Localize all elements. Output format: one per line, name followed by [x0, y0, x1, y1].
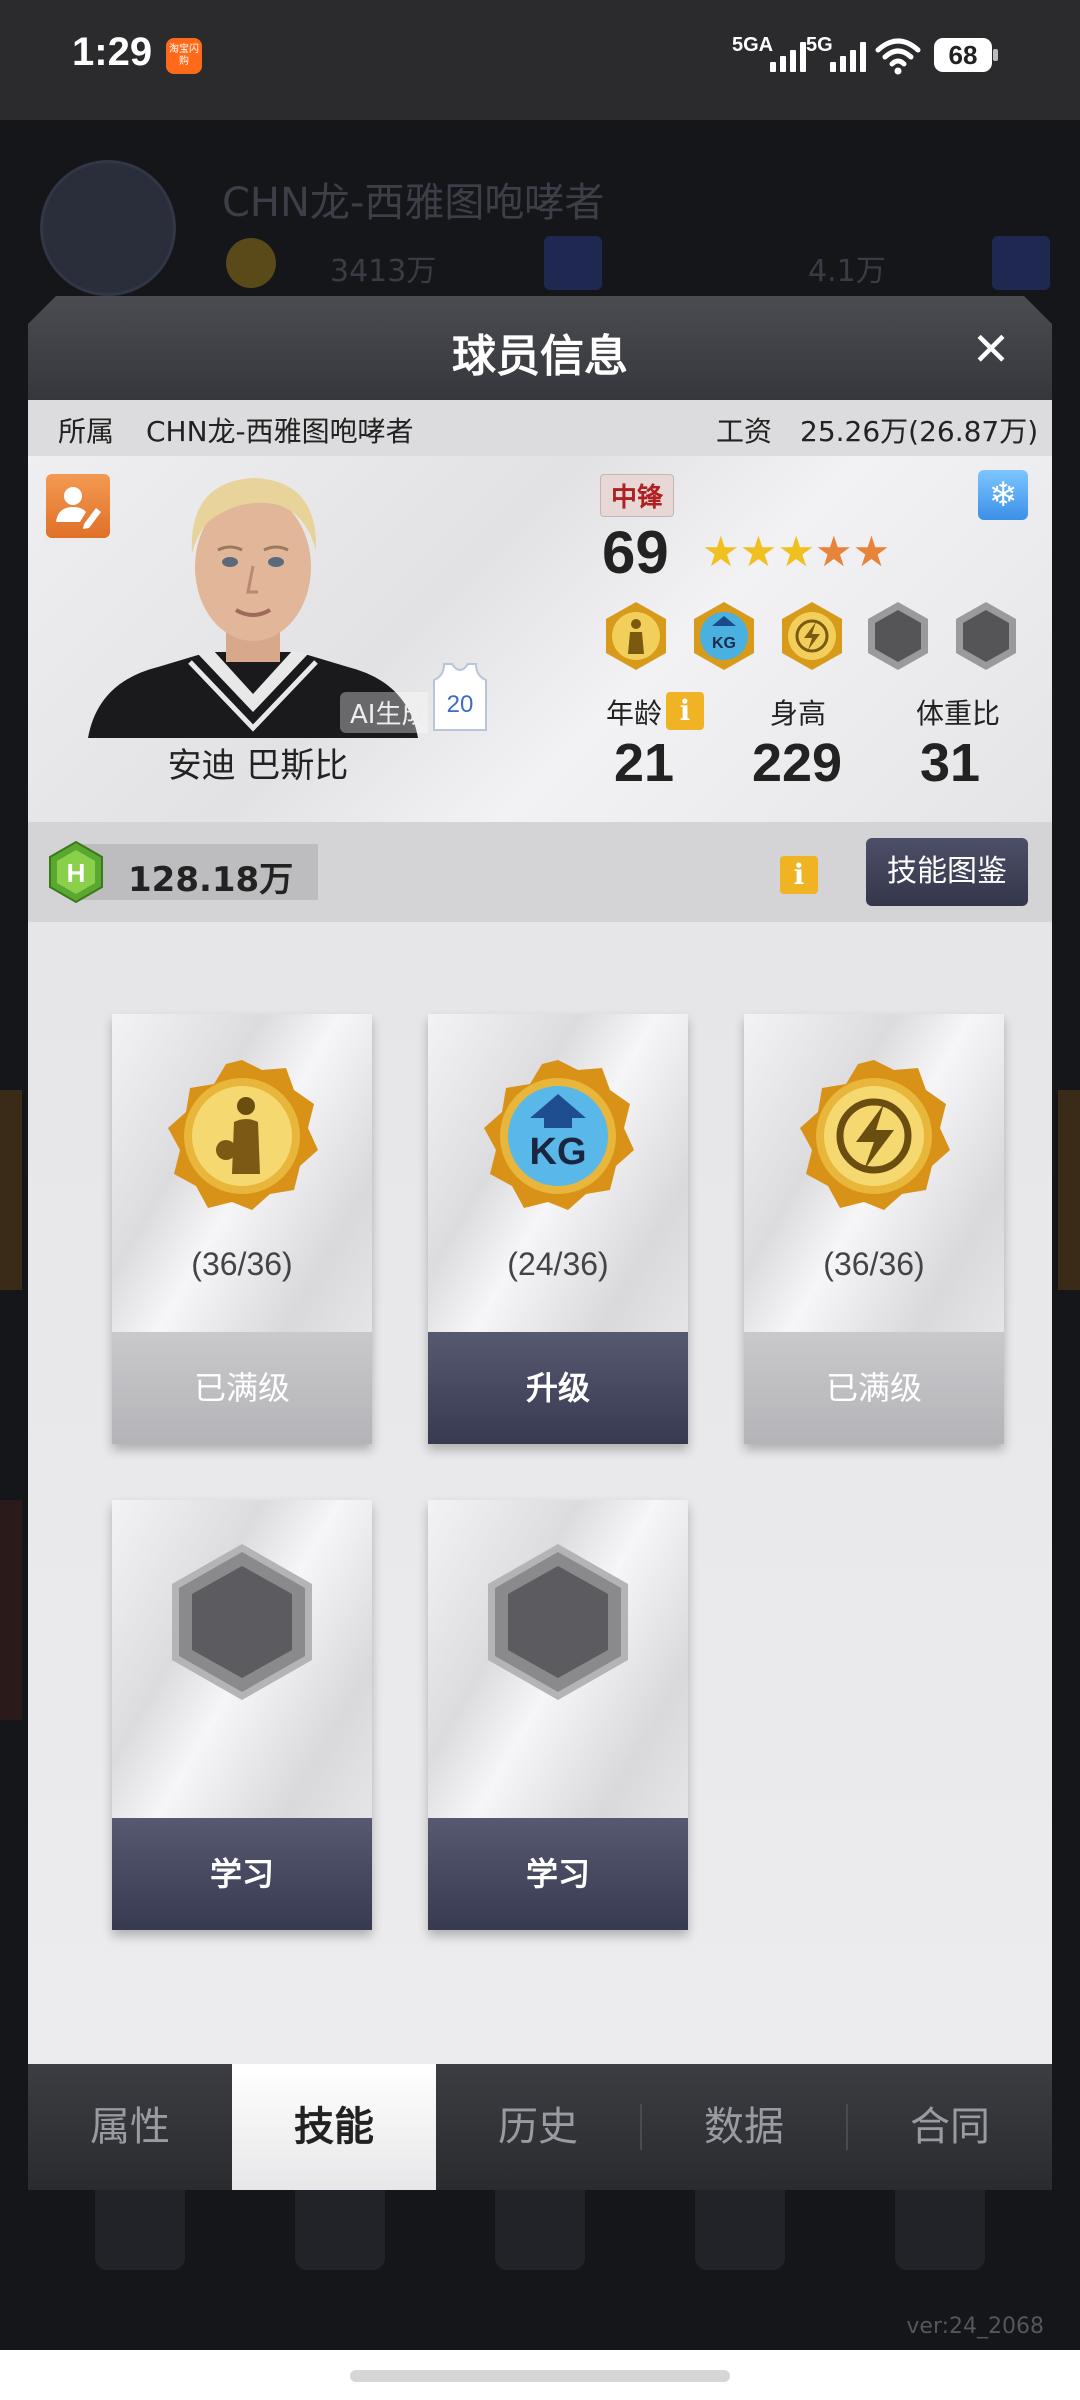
player-info-tabbar: 属性 技能 历史 数据 合同 [28, 2064, 1052, 2190]
background-nav-icon [695, 2180, 785, 2270]
empty-hex-slot-icon [488, 1544, 628, 1700]
skills-grid: (36/36) 已满级 KG (24/36) 升级 (36/36) 已满级 学习… [28, 922, 1052, 2064]
learn-button[interactable]: 学习 [112, 1818, 372, 1930]
skill-card[interactable]: KG (24/36) 升级 [428, 1014, 688, 1444]
skill-codex-button[interactable]: 技能图鉴 [866, 838, 1028, 906]
skill-card[interactable]: (36/36) 已满级 [744, 1014, 1004, 1444]
star-icon: ★ [852, 527, 891, 576]
modal-title: 球员信息 [452, 331, 628, 382]
tab-attributes[interactable]: 属性 [28, 2064, 232, 2190]
background-nav-icon [95, 2180, 185, 2270]
skill-level: (36/36) [823, 1246, 925, 1282]
empty-hex-slot-icon [172, 1544, 312, 1700]
height-value: 229 [751, 733, 843, 793]
home-indicator[interactable] [350, 2370, 730, 2382]
lightning-skill-icon[interactable] [776, 600, 848, 672]
lightning-skill-icon [800, 1060, 950, 1210]
background-bottom-nav [40, 2180, 1040, 2270]
empty-hex-slot-icon[interactable] [950, 600, 1022, 672]
skill-points-value: 128.18万 [128, 860, 294, 900]
background-team-name: CHN龙-西雅图咆哮者 [222, 180, 605, 226]
skill-card[interactable]: 学习 [428, 1500, 688, 1930]
jersey-number: 20 [447, 691, 474, 718]
tab-data[interactable]: 数据 [642, 2064, 846, 2190]
tab-history[interactable]: 历史 [436, 2064, 640, 2190]
salary-value: 25.26万(26.87万) [800, 415, 1039, 448]
weight-ratio-label: 体重比 [915, 697, 1000, 730]
post-player-skill-icon [168, 1060, 318, 1210]
player-card: AI生成 20 安迪 巴斯比 中锋 ❄ 69 ★ ★ ★ ★ ★ KG 年龄 i… [28, 456, 1052, 822]
age-value: 21 [613, 733, 675, 793]
jersey-icon: 20 [433, 663, 487, 731]
background-nav-icon [895, 2180, 985, 2270]
team-value: CHN龙-西雅图咆哮者 [146, 415, 414, 448]
background-add-gem-button [992, 236, 1050, 290]
player-portrait: AI生成 [78, 462, 428, 738]
post-player-skill-icon[interactable] [600, 600, 672, 672]
salary-label: 工资 [716, 415, 773, 448]
close-icon[interactable]: ✕ [966, 324, 1016, 374]
background-side-panel [1058, 1090, 1080, 1290]
kg-skill-icon[interactable]: KG [688, 600, 760, 672]
player-rating: 69 [602, 519, 669, 586]
star-icon: ★ [814, 527, 853, 576]
status-time: 1:29 [72, 30, 153, 74]
star-icon: ★ [777, 527, 815, 576]
age-label: 年龄 [605, 697, 662, 730]
battery-indicator: 68 [934, 38, 998, 72]
background-nav-icon [295, 2180, 385, 2270]
team-label: 所属 [58, 415, 115, 448]
background-coin-value: 3413万 [330, 254, 437, 289]
svg-text:KG: KG [712, 635, 736, 652]
upgrade-button[interactable]: 升级 [428, 1332, 688, 1444]
kg-skill-icon: KG [484, 1060, 634, 1210]
status-bar: 1:29 淘宝闪购 5GA 5G 68 [0, 0, 1080, 120]
skill-level: (24/36) [507, 1246, 609, 1282]
coin-icon [226, 238, 276, 288]
player-info-modal: 球员信息 ✕ 所属 CHN龙-西雅图咆哮者 工资 25.26万(26.87万) [28, 296, 1052, 2190]
signal-icon [830, 40, 866, 72]
max-level-button[interactable]: 已满级 [112, 1332, 372, 1444]
background-gem-value: 4.1万 [808, 254, 886, 289]
background-side-panel [0, 1090, 22, 1290]
version-label: ver:24_2068 [906, 2314, 1044, 2339]
skill-card[interactable]: (36/36) 已满级 [112, 1014, 372, 1444]
background-side-panel [0, 1500, 22, 1720]
team-salary-strip: 所属 CHN龙-西雅图咆哮者 工资 25.26万(26.87万) [28, 400, 1052, 456]
tab-contract[interactable]: 合同 [848, 2064, 1052, 2190]
empty-hex-slot-icon[interactable] [862, 600, 934, 672]
network-label-5ga: 5GA [732, 34, 774, 56]
snowflake-icon[interactable]: ❄ [978, 470, 1028, 520]
max-level-button[interactable]: 已满级 [744, 1332, 1004, 1444]
taobao-app-icon: 淘宝闪购 [166, 38, 202, 74]
info-icon[interactable]: i [780, 856, 818, 894]
star-icon: ★ [702, 527, 740, 576]
background-nav-icon [495, 2180, 585, 2270]
tab-skills[interactable]: 技能 [232, 2064, 436, 2190]
skill-points-bar: H 128.18万 i 技能图鉴 [28, 822, 1052, 922]
signal-icon [770, 40, 806, 72]
skill-points-icon: H [49, 840, 103, 904]
background-team-logo [40, 160, 176, 296]
player-name: 安迪 巴斯比 [167, 746, 349, 786]
ai-generated-tag: AI生成 [340, 692, 428, 733]
skill-card[interactable]: 学习 [112, 1500, 372, 1930]
background-add-coin-button [544, 236, 602, 290]
info-icon[interactable]: i [666, 692, 704, 730]
skill-level: (36/36) [191, 1246, 293, 1282]
position-badge: 中锋 [600, 474, 675, 517]
star-rating: ★ ★ ★ ★ ★ [702, 530, 890, 574]
learn-button[interactable]: 学习 [428, 1818, 688, 1930]
svg-text:H: H [67, 858, 86, 888]
star-icon: ★ [739, 527, 778, 576]
network-label-5g: 5G [806, 34, 833, 56]
height-label: 身高 [769, 697, 826, 730]
svg-text:KG: KG [530, 1131, 587, 1173]
wifi-icon [875, 38, 921, 75]
weight-ratio-value: 31 [919, 733, 981, 793]
